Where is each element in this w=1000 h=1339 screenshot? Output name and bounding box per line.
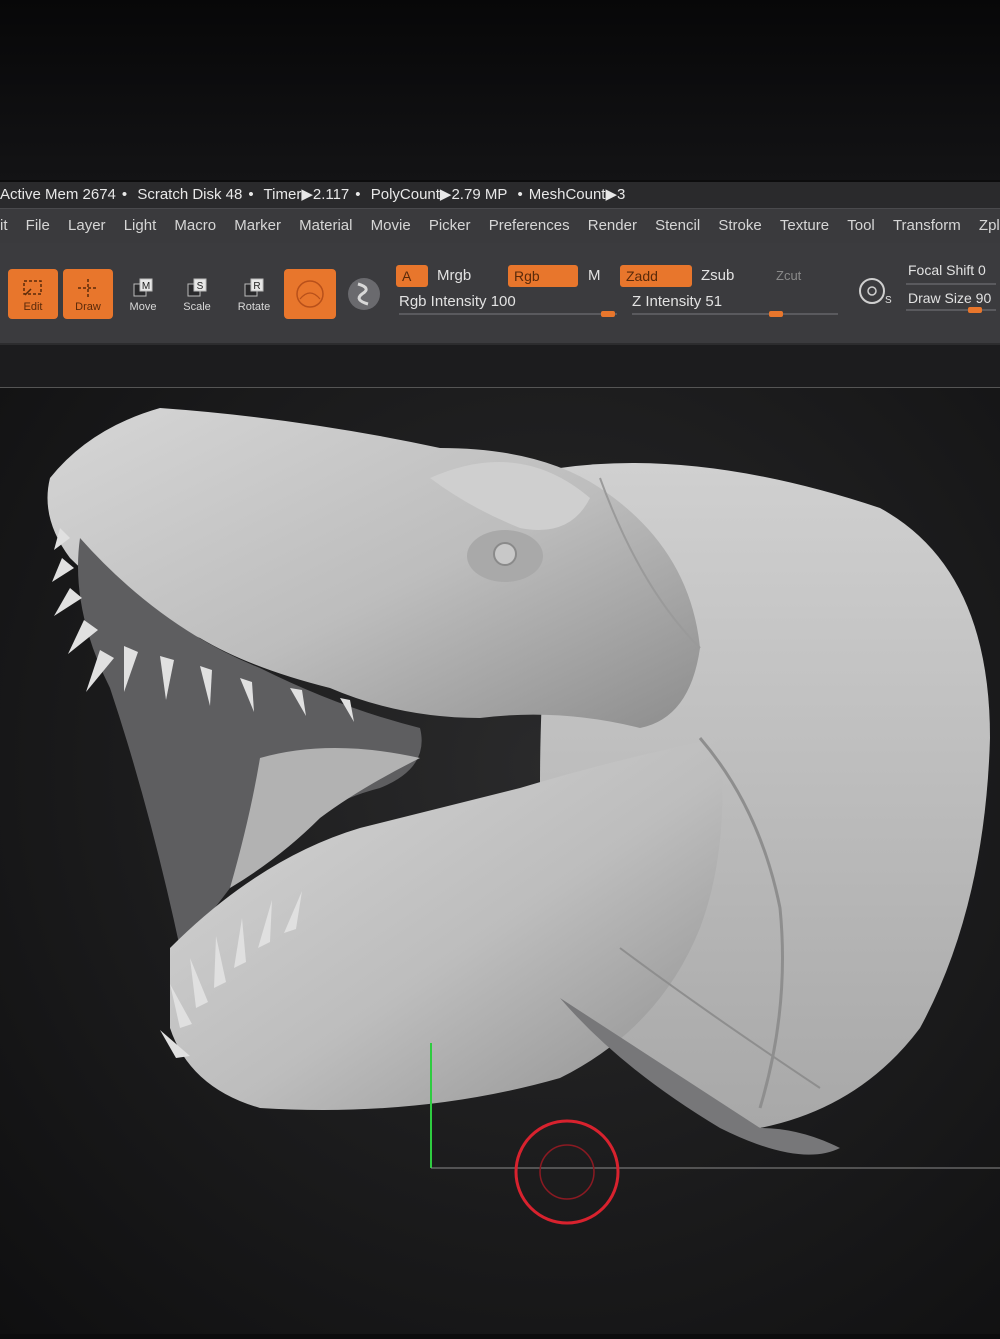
z-intensity-knob[interactable]: [769, 311, 783, 317]
draw-icon: [78, 279, 98, 297]
menu-bar: it File Layer Light Macro Marker Materia…: [0, 208, 1000, 244]
move-button[interactable]: M Move: [118, 269, 168, 319]
edit-label: Edit: [23, 301, 43, 313]
brush-cursor-icon: [514, 1119, 620, 1225]
draw-size-slider[interactable]: [906, 309, 996, 311]
dinosaur-sculpt: [47, 408, 1000, 1225]
menu-item-movie[interactable]: Movie: [364, 209, 418, 243]
active-mem: Active Mem 2674: [0, 186, 116, 203]
rgb-intensity-slider[interactable]: [399, 313, 617, 315]
material-sphere-button[interactable]: [346, 276, 382, 312]
move-icon: M: [133, 278, 153, 297]
s-key: S: [885, 295, 892, 306]
menu-item-it[interactable]: it: [0, 209, 15, 243]
rotate-label: Rotate: [237, 301, 271, 313]
menu-item-picker[interactable]: Picker: [422, 209, 478, 243]
scale-button[interactable]: S Scale: [172, 269, 222, 319]
scratch-disk: Scratch Disk 48: [137, 186, 243, 203]
menu-item-preferences[interactable]: Preferences: [482, 209, 577, 243]
a-toggle[interactable]: A: [396, 265, 428, 287]
canvas-top-separator: [0, 345, 1000, 387]
move-key: M: [142, 281, 150, 292]
lightbox-button[interactable]: S: [856, 273, 892, 309]
z-intensity-label[interactable]: Z Intensity 51: [632, 291, 722, 313]
menu-item-material[interactable]: Material: [292, 209, 359, 243]
menu-item-texture[interactable]: Texture: [773, 209, 836, 243]
menu-item-layer[interactable]: Layer: [61, 209, 113, 243]
sculpt-canvas[interactable]: [0, 387, 1000, 1334]
menu-item-marker[interactable]: Marker: [227, 209, 288, 243]
menu-item-zplugin[interactable]: Zplu: [972, 209, 1000, 243]
mrgb-toggle[interactable]: Mrgb: [437, 265, 471, 287]
focal-shift-label[interactable]: Focal Shift 0: [908, 259, 986, 281]
zadd-toggle[interactable]: Zadd: [620, 265, 692, 287]
scale-icon: S: [187, 278, 207, 297]
focal-shift-slider[interactable]: [906, 283, 996, 285]
draw-button[interactable]: Draw: [63, 269, 113, 319]
rgb-intensity-knob[interactable]: [601, 311, 615, 317]
menu-item-light[interactable]: Light: [117, 209, 164, 243]
move-label: Move: [129, 301, 157, 313]
toolbar: Edit Draw M Move S Scale R Rotate A Mrgb…: [0, 243, 1000, 345]
draw-size-knob[interactable]: [968, 307, 982, 313]
menu-item-transform[interactable]: Transform: [886, 209, 968, 243]
sphere-brush-button[interactable]: [284, 269, 336, 319]
meshcount: MeshCount▶3: [528, 186, 626, 203]
monitor-bezel: [0, 0, 1000, 180]
rotate-icon: R: [244, 278, 264, 297]
polycount: PolyCount▶2.79 MP: [370, 186, 508, 203]
menu-item-file[interactable]: File: [19, 209, 57, 243]
scale-label: Scale: [183, 301, 211, 313]
m-toggle[interactable]: M: [588, 265, 601, 287]
edit-icon: [23, 280, 42, 296]
edit-button[interactable]: Edit: [8, 269, 58, 319]
draw-size-label[interactable]: Draw Size 90: [908, 287, 991, 309]
sphere-brush-icon: [296, 280, 324, 308]
rotate-button[interactable]: R Rotate: [229, 269, 279, 319]
menu-item-stencil[interactable]: Stencil: [648, 209, 707, 243]
zsub-toggle[interactable]: Zsub: [701, 265, 734, 287]
z-intensity-slider[interactable]: [632, 313, 838, 315]
menu-item-stroke[interactable]: Stroke: [711, 209, 768, 243]
scale-key: S: [197, 281, 204, 292]
rotate-key: R: [253, 281, 260, 292]
menu-item-tool[interactable]: Tool: [840, 209, 882, 243]
draw-label: Draw: [75, 301, 101, 313]
timer: Timer▶2.117: [263, 186, 350, 203]
rgb-toggle[interactable]: Rgb: [508, 265, 578, 287]
zcut-toggle[interactable]: Zcut: [776, 265, 801, 287]
rgb-intensity-label[interactable]: Rgb Intensity 100: [399, 291, 516, 313]
menu-item-render[interactable]: Render: [581, 209, 644, 243]
lightbox-icon: S: [859, 278, 892, 306]
status-bar: Active Mem 2674 • Scratch Disk 48 • Timer▶…: [0, 182, 1000, 208]
menu-item-macro[interactable]: Macro: [167, 209, 223, 243]
material-sphere-icon: [348, 278, 380, 310]
